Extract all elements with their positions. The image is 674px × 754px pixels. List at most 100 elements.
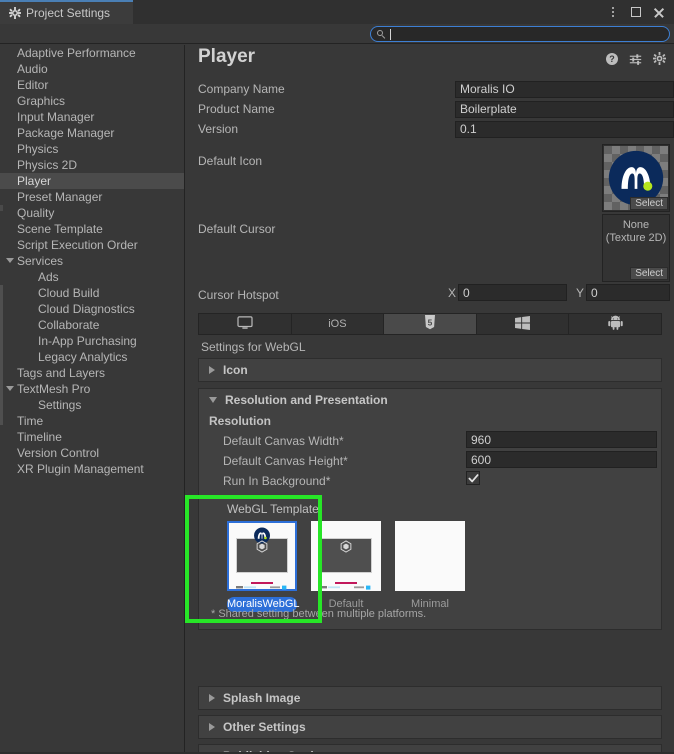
sidebar-item-legacy-analytics[interactable]: Legacy Analytics: [0, 349, 184, 365]
close-icon[interactable]: [652, 6, 665, 19]
product-name-label: Product Name: [198, 102, 275, 116]
section-other-settings-title: Other Settings: [223, 719, 306, 734]
sidebar-scroll-nub: [0, 205, 3, 211]
cursor-hotspot-x-input[interactable]: 0: [458, 284, 567, 301]
sidebar-item-editor[interactable]: Editor: [0, 77, 184, 93]
default-cursor-object-field[interactable]: None (Texture 2D) Select: [602, 214, 670, 282]
sidebar-item-services[interactable]: Services: [0, 253, 184, 269]
section-other-settings[interactable]: Other Settings: [198, 715, 662, 739]
sidebar-item-label: Timeline: [17, 430, 62, 444]
check-icon: [468, 473, 478, 482]
default-template-thumb[interactable]: [311, 521, 381, 591]
sidebar-item-label: Time: [17, 414, 44, 428]
sidebar-item-input-manager[interactable]: Input Manager: [0, 109, 184, 125]
platform-tab-standalone[interactable]: [199, 314, 292, 334]
section-other-settings-header[interactable]: Other Settings: [199, 716, 661, 737]
sidebar-item-audio[interactable]: Audio: [0, 61, 184, 77]
sidebar-item-time[interactable]: Time: [0, 413, 184, 429]
sidebar-item-in-app-purchasing[interactable]: In-App Purchasing: [0, 333, 184, 349]
platform-tab-webgl[interactable]: 5: [384, 314, 477, 334]
tab-project-settings[interactable]: Project Settings: [0, 0, 133, 24]
default-icon-label: Default Icon: [198, 154, 263, 168]
run-in-background-checkbox[interactable]: [466, 471, 480, 485]
product-name-input[interactable]: Boilerplate: [455, 100, 674, 118]
page-title: Player: [198, 46, 256, 67]
cursor-hotspot-label: Cursor Hotspot: [198, 288, 279, 302]
platform-tab-bar[interactable]: iOS 5: [198, 313, 662, 335]
search-strip: [0, 24, 674, 44]
version-input[interactable]: 0.1: [455, 120, 674, 138]
sidebar-item-package-manager[interactable]: Package Manager: [0, 125, 184, 141]
cursor-hotspot-y-input[interactable]: 0: [586, 284, 670, 301]
player-settings-panel: Player ? Company Name Moralis IO Product…: [186, 45, 674, 754]
kebab-menu-icon[interactable]: [606, 6, 619, 19]
chevron-down-icon[interactable]: [6, 386, 14, 391]
section-splash-image[interactable]: Splash Image: [198, 686, 662, 710]
sidebar-item-script-execution-order[interactable]: Script Execution Order: [0, 237, 184, 253]
sidebar-item-ads[interactable]: Ads: [0, 269, 184, 285]
settings-nav-list: Adaptive Performance Audio Editor Graphics I…: [0, 45, 184, 477]
settings-gear-icon[interactable]: [653, 52, 666, 65]
sidebar-item-cloud-diagnostics[interactable]: Cloud Diagnostics: [0, 301, 184, 317]
sidebar-item-label: Cloud Build: [38, 286, 100, 300]
sidebar-scrollbar-thumb[interactable]: [0, 285, 3, 425]
sidebar-item-player[interactable]: Player: [0, 173, 184, 189]
webgl-template-option-default[interactable]: Default: [311, 521, 381, 612]
window-controls: [606, 0, 670, 24]
platform-tab-android[interactable]: [569, 314, 661, 334]
sidebar-item-settings[interactable]: Settings: [0, 397, 184, 413]
default-canvas-width-label: Default Canvas Width*: [223, 434, 344, 448]
sidebar-item-quality[interactable]: Quality: [0, 205, 184, 221]
webgl-template-option-minimal[interactable]: Minimal: [395, 521, 465, 612]
section-resolution-header[interactable]: Resolution and Presentation: [199, 389, 661, 410]
sidebar-item-collaborate[interactable]: Collaborate: [0, 317, 184, 333]
section-icon-header[interactable]: Icon: [199, 359, 661, 380]
sidebar-item-textmesh-pro[interactable]: TextMesh Pro: [0, 381, 184, 397]
default-canvas-width-input[interactable]: 960: [466, 431, 657, 448]
html5-icon: 5: [424, 315, 436, 333]
default-canvas-height-input[interactable]: 600: [466, 451, 657, 468]
sidebar-item-tags-and-layers[interactable]: Tags and Layers: [0, 365, 184, 381]
sidebar-item-label: Graphics: [17, 94, 66, 108]
windows-icon: [515, 315, 531, 333]
settings-category-sidebar[interactable]: Adaptive Performance Audio Editor Graphics I…: [0, 45, 185, 754]
preset-icon[interactable]: [629, 53, 642, 65]
sidebar-item-adaptive-performance[interactable]: Adaptive Performance: [0, 45, 184, 61]
sidebar-item-scene-template[interactable]: Scene Template: [0, 221, 184, 237]
search-input[interactable]: [394, 28, 663, 40]
panel-header-icons: ?: [606, 52, 666, 65]
chevron-right-icon: [209, 693, 215, 702]
search-box[interactable]: [370, 26, 670, 42]
platform-tab-windows[interactable]: [477, 314, 570, 334]
sidebar-item-physics[interactable]: Physics: [0, 141, 184, 157]
company-name-input[interactable]: Moralis IO: [455, 80, 674, 98]
default-cursor-select-button[interactable]: Select: [630, 267, 668, 280]
sidebar-item-cloud-build[interactable]: Cloud Build: [0, 285, 184, 301]
sidebar-item-preset-manager[interactable]: Preset Manager: [0, 189, 184, 205]
default-icon-object-field[interactable]: Select: [602, 144, 670, 212]
section-icon[interactable]: Icon: [198, 358, 662, 382]
platform-tab-ios[interactable]: iOS: [292, 314, 385, 334]
sidebar-item-xr-plugin-management[interactable]: XR Plugin Management: [0, 461, 184, 477]
cursor-hotspot-x-label: X: [448, 286, 457, 300]
window-titlebar: Project Settings: [0, 0, 674, 24]
sidebar-item-version-control[interactable]: Version Control: [0, 445, 184, 461]
thumb-footer-strip: [236, 579, 288, 590]
webgl-template-label: WebGL Template: [227, 502, 319, 516]
unity-logo-icon: [340, 540, 353, 556]
maximize-icon[interactable]: [629, 6, 642, 19]
webgl-template-option-moralis[interactable]: MoralisWebGL: [227, 521, 300, 612]
section-splash-image-header[interactable]: Splash Image: [199, 687, 661, 708]
default-icon-select-button[interactable]: Select: [630, 197, 668, 210]
moralis-template-thumb[interactable]: [227, 521, 297, 591]
chevron-down-icon[interactable]: [6, 258, 14, 263]
thumb-footer-strip: [320, 579, 372, 590]
help-icon[interactable]: ?: [606, 52, 618, 65]
sidebar-item-graphics[interactable]: Graphics: [0, 93, 184, 109]
section-resolution-title: Resolution and Presentation: [225, 392, 388, 407]
minimal-template-thumb[interactable]: [395, 521, 465, 591]
sidebar-item-physics-2d[interactable]: Physics 2D: [0, 157, 184, 173]
sidebar-item-label: Collaborate: [38, 318, 100, 332]
sidebar-item-timeline[interactable]: Timeline: [0, 429, 184, 445]
sidebar-item-label: TextMesh Pro: [17, 382, 91, 396]
